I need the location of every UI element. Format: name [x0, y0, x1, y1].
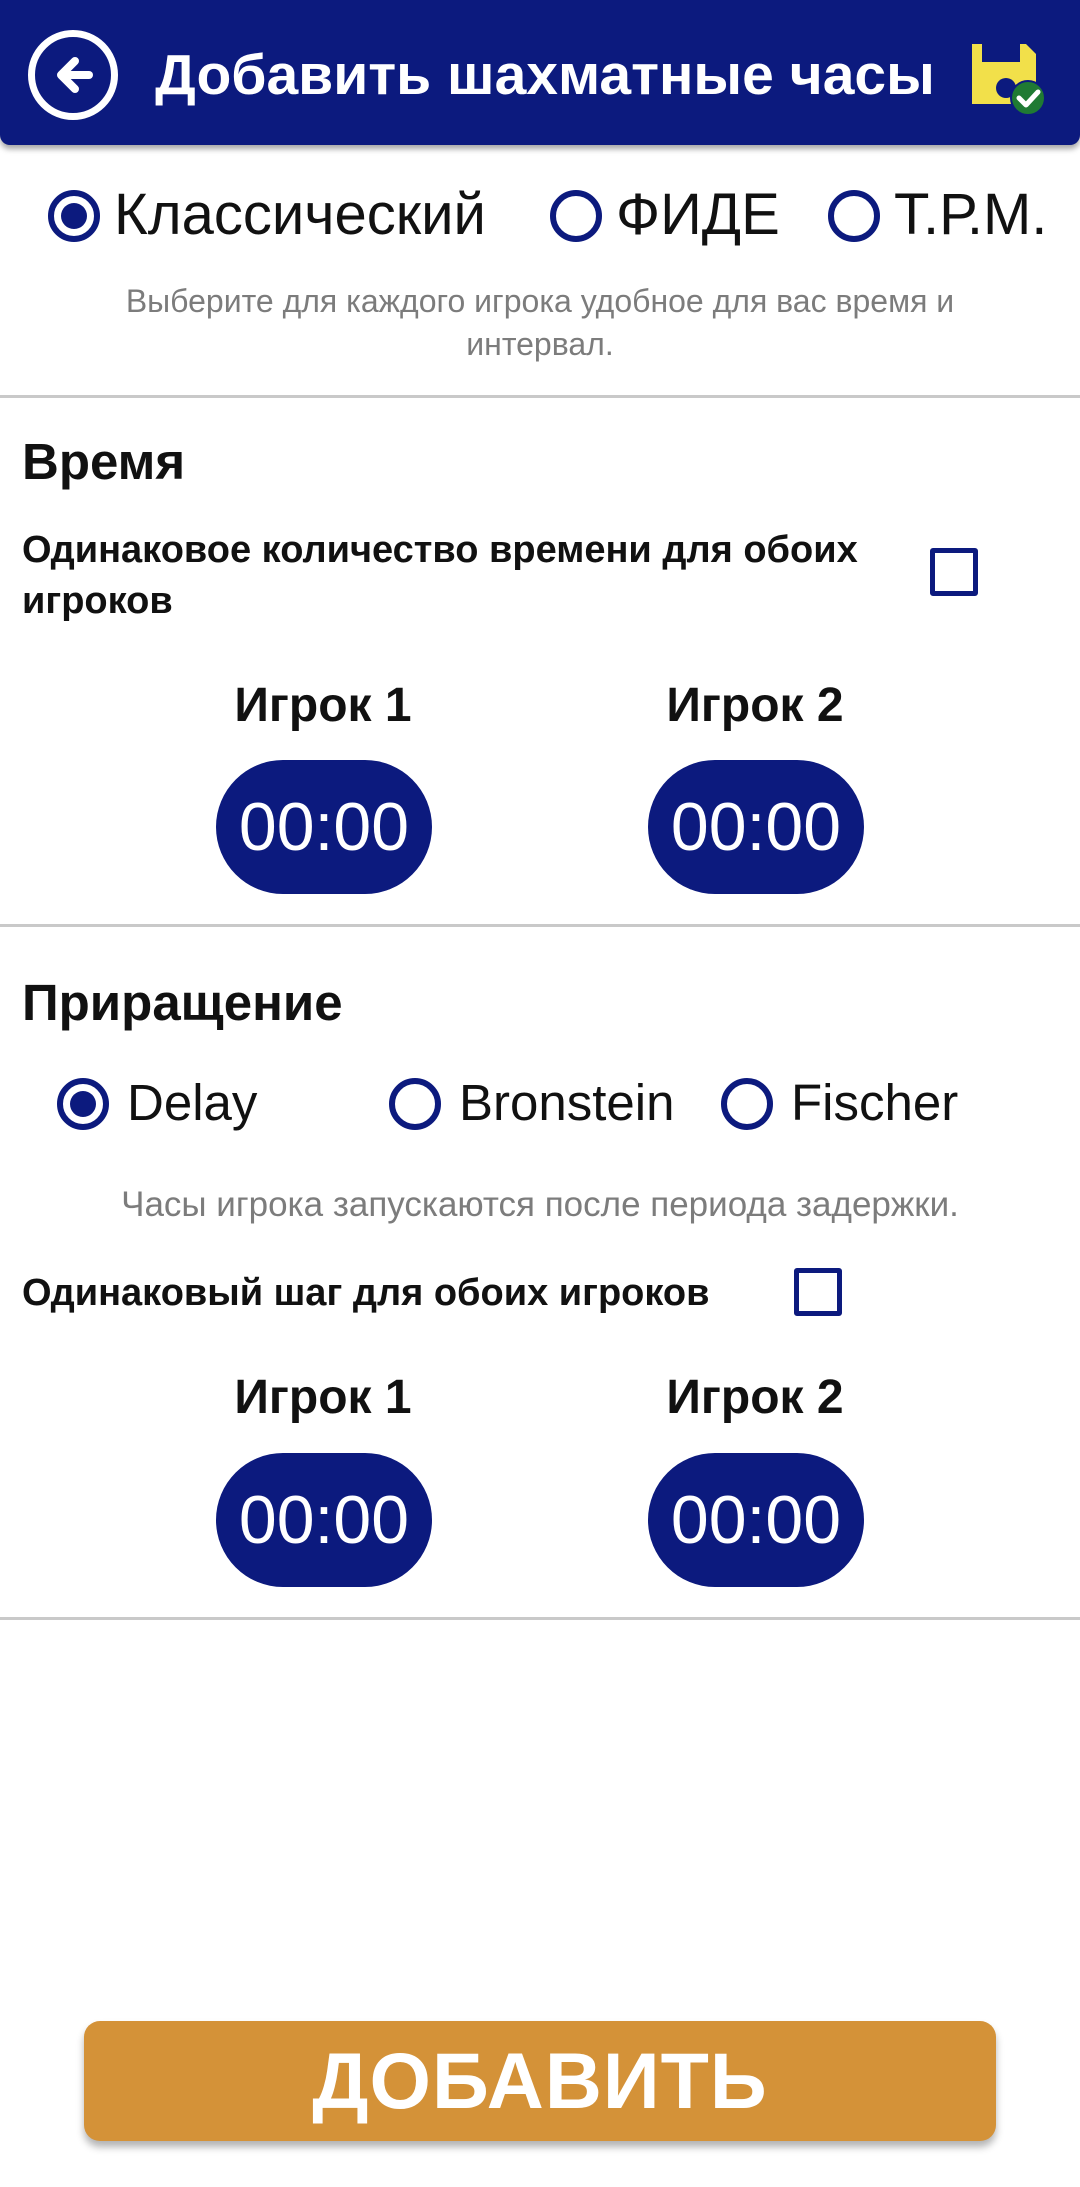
save-check-icon [972, 44, 1046, 116]
increment-section-title: Приращение [22, 974, 343, 1031]
same-time-checkbox[interactable] [930, 548, 978, 596]
time-player2-label: Игрок 2 [666, 679, 844, 732]
time-player1-value[interactable]: 00:00 [216, 760, 432, 894]
radio-unchecked-icon [389, 1078, 441, 1130]
radio-unchecked-icon [550, 190, 602, 242]
radio-unchecked-icon [721, 1078, 773, 1130]
increment-player2-value[interactable]: 00:00 [648, 1453, 864, 1587]
radio-label: Bronstein [459, 1074, 675, 1131]
increment-player1-value[interactable]: 00:00 [216, 1453, 432, 1587]
time-section-title: Время [22, 433, 186, 490]
save-button[interactable] [968, 40, 1048, 120]
same-time-label: Одинаковое количество времени для обоих … [22, 529, 858, 622]
clock-type-group: Классический ФИДЕ Т.Р.М. [0, 180, 1080, 250]
page-title: Добавить шахматные часы [155, 43, 935, 107]
time-player2-value[interactable]: 00:00 [648, 760, 864, 894]
add-button[interactable]: ДОБАВИТЬ [84, 2021, 996, 2141]
radio-checked-icon [57, 1078, 109, 1130]
divider [0, 924, 1080, 927]
time-player1-label: Игрок 1 [234, 679, 412, 732]
increment-hint: Часы игрока запускаются после периода за… [121, 1185, 959, 1224]
radio-label: Fischer [791, 1074, 959, 1131]
same-increment-label: Одинаковый шаг для обоих игроков [22, 1272, 710, 1314]
same-increment-checkbox[interactable] [794, 1268, 842, 1316]
radio-checked-icon [48, 190, 100, 242]
clock-type-hint: Выберите для каждого игрока удобное для … [125, 283, 955, 362]
radio-label: ФИДЕ [616, 182, 780, 247]
increment-type-group: Delay Bronstein Fischer [0, 1068, 1080, 1138]
divider [0, 1617, 1080, 1620]
radio-label: Delay [127, 1074, 258, 1131]
app-bar: Добавить шахматные часы [0, 0, 1080, 145]
radio-label: Т.Р.М. [894, 182, 1048, 247]
arrow-left-icon [57, 57, 93, 93]
radio-unchecked-icon [828, 190, 880, 242]
increment-player1-label: Игрок 1 [234, 1371, 412, 1424]
increment-player2-label: Игрок 2 [666, 1371, 844, 1424]
radio-label: Классический [114, 182, 486, 247]
back-button[interactable] [28, 30, 118, 120]
divider [0, 395, 1080, 398]
